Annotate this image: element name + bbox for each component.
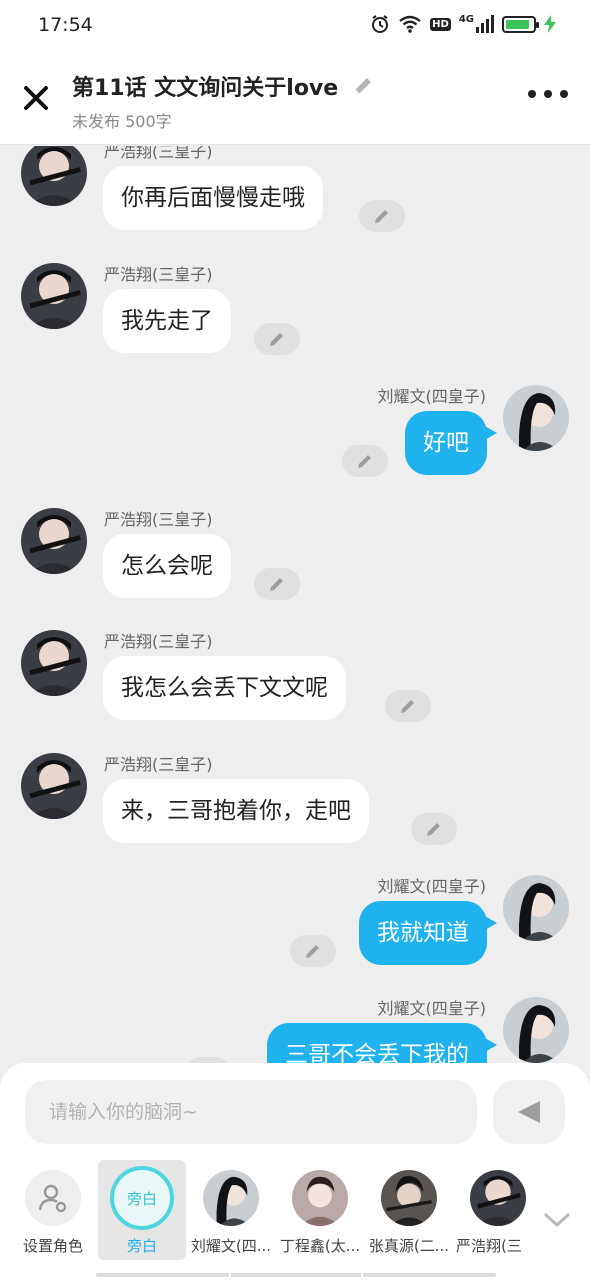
status-time: 17:54 [38,14,93,36]
send-button[interactable] [493,1080,565,1144]
avatar-yan-haoxiang[interactable] [21,146,87,206]
avatar-yan-haoxiang[interactable] [21,263,87,329]
avatar-yan-haoxiang[interactable] [21,630,87,696]
speaker-name: 刘耀文(四皇子) [377,387,487,406]
edit-message-button[interactable] [254,323,300,355]
send-icon [518,1101,540,1123]
pencil-icon[interactable] [352,75,374,97]
charging-icon [544,15,556,33]
pencil-icon [270,333,283,346]
character-label: 旁白 [126,1237,157,1255]
more-icon[interactable] [528,90,568,98]
page-title[interactable]: 第11话 文文询问关于love [72,70,338,102]
edit-message-button[interactable] [411,813,457,845]
avatar-yan-haoxiang[interactable] [21,508,87,574]
message-bubble[interactable]: 我就知道 [359,901,497,965]
header: 第11话 文文询问关于love 未发布 500字 [0,52,590,145]
word-count-status: 未发布 500字 [72,112,172,131]
character-ding-chengxin[interactable]: 丁程鑫(太... [276,1160,364,1260]
battery-icon [502,15,539,33]
alarm-icon [372,15,389,33]
chevron-down-icon[interactable] [540,1208,574,1232]
character-liu-yaowen[interactable]: 刘耀文(四... [187,1160,275,1260]
chat-message: 严浩翔(三皇子) 你再后面慢慢走哦 [0,146,590,250]
pencil-icon [401,700,414,713]
character-selector: 设置角色 旁白 旁白 刘耀文(四... 丁程鑫(太... 张真源(二... 严浩… [0,1160,590,1260]
title-row: 第11话 文文询问关于love [72,70,374,102]
message-bubble[interactable]: 好吧 [405,411,497,475]
character-label: 严浩翔(三 [456,1237,522,1255]
character-label: 刘耀文(四... [190,1237,272,1255]
edit-message-button[interactable] [254,568,300,600]
chat-message: 严浩翔(三皇子) 我怎么会丢下文文呢 [0,630,590,740]
pencil-icon [358,455,371,468]
chat-message: 严浩翔(三皇子) 我先走了 [0,263,590,373]
edit-message-button[interactable] [342,445,388,477]
message-bubble[interactable]: 来，三哥抱着你，走吧 [103,779,369,843]
message-bubble[interactable]: 我怎么会丢下文文呢 [103,656,346,720]
message-bubble[interactable]: 怎么会呢 [103,534,231,598]
message-bubble[interactable]: 你再后面慢慢走哦 [103,166,323,230]
speaker-name: 严浩翔(三皇子) [104,265,213,284]
character-label: 设置角色 [22,1237,83,1255]
chat-message: 刘耀文(四皇子) 三哥不会丢下我的 [0,997,590,1063]
avatar [470,1170,526,1226]
speaker-name: 严浩翔(三皇子) [104,146,213,161]
chat-message: 严浩翔(三皇子) 怎么会呢 [0,508,590,618]
chat-area[interactable]: 严浩翔(三皇子) 你再后面慢慢走哦 严浩翔(三皇子) 我先走了 刘耀文(四皇子)… [0,146,590,1063]
wifi-icon [399,15,421,33]
character-label: 张真源(二... [368,1237,450,1255]
chat-message: 刘耀文(四皇子) 我就知道 [0,875,590,985]
status-bar: 17:54 HD 4G [0,0,590,52]
horizontal-scrollbar[interactable] [96,1273,496,1277]
edit-message-button[interactable] [385,690,431,722]
speaker-name: 严浩翔(三皇子) [104,510,213,529]
message-bubble[interactable]: 三哥不会丢下我的 [267,1023,497,1063]
character-label: 丁程鑫(太... [279,1237,361,1255]
edit-message-button[interactable] [290,935,336,967]
avatar [203,1170,259,1226]
speaker-name: 刘耀文(四皇子) [377,999,487,1018]
speaker-name: 严浩翔(三皇子) [104,632,213,651]
edit-message-button[interactable] [359,200,405,232]
character-zhang-zhenyuan[interactable]: 张真源(二... [365,1160,453,1260]
avatar [292,1170,348,1226]
avatar-liu-yaowen[interactable] [503,875,569,941]
avatar-liu-yaowen[interactable] [503,997,569,1063]
set-role-button[interactable]: 设置角色 [9,1160,97,1260]
battery-level [506,19,530,29]
character-yan-haoxiang[interactable]: 严浩翔(三 [454,1160,542,1260]
speaker-name: 严浩翔(三皇子) [104,755,213,774]
story-input[interactable] [25,1080,477,1144]
close-icon[interactable] [20,82,52,114]
speaker-name: 刘耀文(四皇子) [377,877,487,896]
chat-message: 严浩翔(三皇子) 来，三哥抱着你，走吧 [0,753,590,863]
narrator-badge: 旁白 [110,1166,174,1230]
person-settings-icon [25,1170,81,1226]
pencil-icon [375,210,388,223]
avatar [381,1170,437,1226]
status-icons: HD 4G [370,14,556,34]
hd-icon: HD [430,17,451,31]
avatar-liu-yaowen[interactable] [503,385,569,451]
composer-panel: 设置角色 旁白 旁白 刘耀文(四... 丁程鑫(太... 张真源(二... [0,1063,590,1280]
network-label: 4G [458,14,474,25]
pencil-icon [270,578,283,591]
signal-4g-icon: 4G [459,15,494,33]
character-narrator[interactable]: 旁白 旁白 [98,1160,186,1260]
pencil-icon [306,945,319,958]
chat-message: 刘耀文(四皇子) 好吧 [0,385,590,495]
avatar-yan-haoxiang[interactable] [21,753,87,819]
message-bubble[interactable]: 我先走了 [103,289,231,353]
pencil-icon [427,823,440,836]
